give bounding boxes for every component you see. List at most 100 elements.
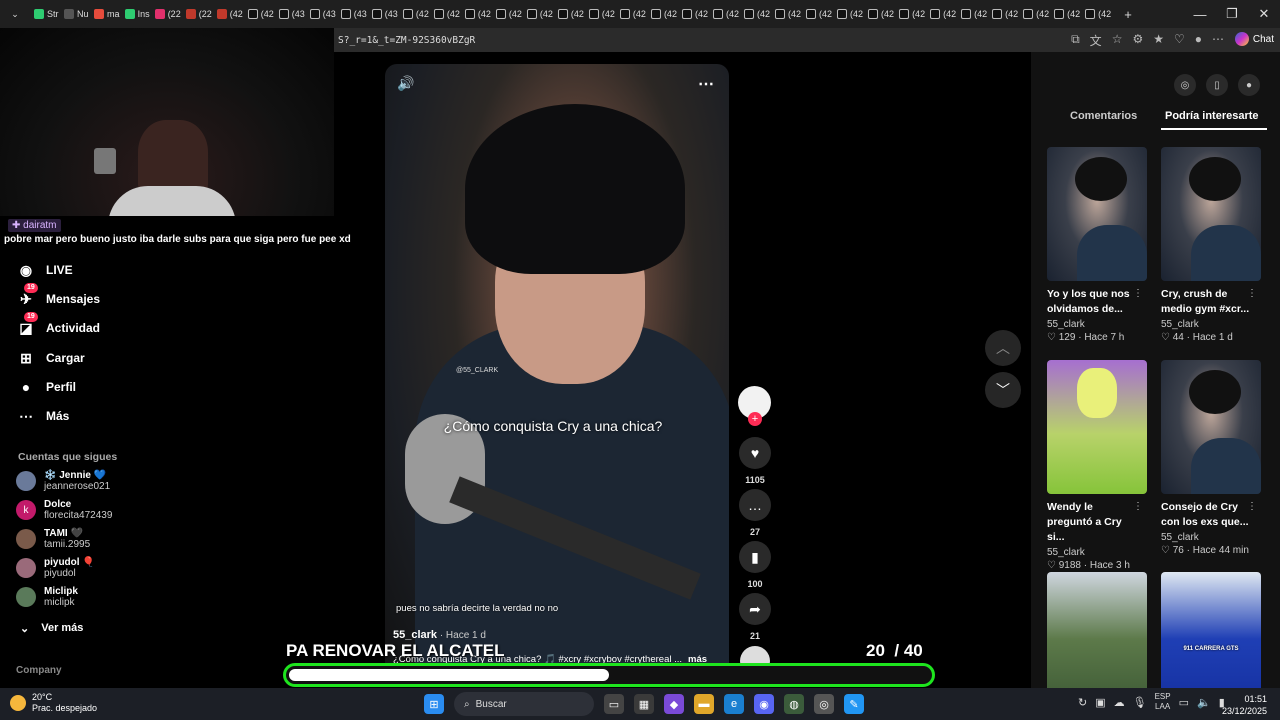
discord-icon[interactable]: ◉: [754, 694, 774, 714]
browser-tab[interactable]: (22: [182, 4, 213, 24]
paint-app-icon[interactable]: ✎: [844, 694, 864, 714]
user-avatar[interactable]: ●: [1238, 74, 1260, 96]
suggested-video-card[interactable]: Consejo de Cry con los exs que... 55_clar…: [1161, 360, 1261, 556]
browser-tab[interactable]: (42: [988, 4, 1019, 24]
close-window-button[interactable]: ✕: [1248, 6, 1280, 22]
heart-icon[interactable]: ♥: [739, 437, 771, 469]
next-video-button[interactable]: ﹀: [985, 372, 1021, 408]
browser-tab[interactable]: (42: [771, 4, 802, 24]
see-more-button[interactable]: ⌄ Ver más: [20, 622, 83, 635]
sidebar-item-actividad[interactable]: ◪ 19 Actividad: [16, 312, 100, 341]
browser-tab[interactable]: (42: [399, 4, 430, 24]
browser-tab[interactable]: (42: [833, 4, 864, 24]
browser-tab[interactable]: (43: [337, 4, 368, 24]
browser-tab[interactable]: (42: [1019, 4, 1050, 24]
minimize-button[interactable]: —: [1184, 7, 1216, 22]
card-author[interactable]: 55_clark: [1047, 547, 1147, 558]
browser-tab[interactable]: (43: [275, 4, 306, 24]
network-icon[interactable]: ▭: [1179, 696, 1189, 709]
task-view-icon[interactable]: ▭: [604, 694, 624, 714]
browser-tab[interactable]: (42: [740, 4, 771, 24]
following-account[interactable]: TAMI 🖤 tamii.2995: [16, 528, 90, 550]
browser-tab[interactable]: (42: [461, 4, 492, 24]
browser-tab[interactable]: Nu: [60, 4, 90, 24]
maximize-button[interactable]: ❐: [1216, 6, 1248, 22]
favorites-icon[interactable]: ★: [1153, 32, 1164, 49]
sidebar-item-perfil[interactable]: ● Perfil: [16, 374, 76, 400]
following-account[interactable]: piyudol 🎈 piyudol: [16, 557, 95, 579]
device-icon[interactable]: ▯: [1206, 74, 1228, 96]
browser-tab[interactable]: (42: [895, 4, 926, 24]
video-more-icon[interactable]: ⋯: [698, 74, 714, 94]
card-title[interactable]: Cry, crush de medio gym #xcr...: [1161, 287, 1255, 317]
suggested-video-card[interactable]: Wendy le preguntó a Cry si... 55_clark ♡ 9…: [1047, 360, 1147, 571]
new-tab-button[interactable]: +: [1112, 7, 1144, 22]
browser-tab[interactable]: (43: [368, 4, 399, 24]
video-player[interactable]: [385, 64, 729, 686]
video-thumbnail[interactable]: [1161, 360, 1261, 494]
copilot-app-icon[interactable]: ◆: [664, 694, 684, 714]
card-more-icon[interactable]: ⋮: [1133, 288, 1143, 299]
copilot-chat-button[interactable]: Chat: [1234, 32, 1274, 46]
browser-tab[interactable]: (42: [647, 4, 678, 24]
browser-tab[interactable]: (42: [957, 4, 988, 24]
tab-comments[interactable]: Comentarios: [1070, 110, 1137, 122]
video-thumbnail[interactable]: [1047, 572, 1147, 706]
suggested-video-card[interactable]: 911 CARRERA GTS: [1161, 572, 1261, 706]
video-thumbnail[interactable]: 911 CARRERA GTS: [1161, 572, 1261, 706]
browser-tab[interactable]: (42: [709, 4, 740, 24]
browser-tab[interactable]: (42: [213, 4, 244, 24]
obs-icon[interactable]: ◍: [784, 694, 804, 714]
widgets-icon[interactable]: ▦: [634, 694, 654, 714]
microphone-icon[interactable]: 🎙: [1133, 696, 1147, 709]
taskbar-clock[interactable]: 01:51 23/12/2025: [1222, 693, 1267, 717]
previous-video-button[interactable]: ︿: [985, 330, 1021, 366]
card-more-icon[interactable]: ⋮: [1247, 288, 1257, 299]
favorite-star-icon[interactable]: ☆: [1112, 32, 1123, 49]
sidebar-item-ms[interactable]: ⋯ Más: [16, 403, 69, 429]
edge-browser-icon[interactable]: e: [724, 694, 744, 714]
language-indicator[interactable]: ESP LAA: [1155, 692, 1171, 712]
browser-tab[interactable]: (43: [306, 4, 337, 24]
suggested-video-card[interactable]: Yo y los que nos olvidamos de... 55_clark…: [1047, 147, 1147, 343]
browser-tab[interactable]: (42: [1081, 4, 1112, 24]
onedrive-icon[interactable]: ☁: [1114, 696, 1125, 709]
card-author[interactable]: 55_clark: [1047, 319, 1147, 330]
browser-tab[interactable]: (42: [678, 4, 709, 24]
browser-tab[interactable]: ma: [90, 4, 121, 24]
following-account[interactable]: Miclipk miclipk: [16, 586, 78, 608]
settings-menu-icon[interactable]: ⋯: [1212, 32, 1224, 49]
tab-list-button[interactable]: ⌄: [0, 4, 30, 24]
browser-tab[interactable]: (22: [151, 4, 182, 24]
browser-tab[interactable]: (42: [430, 4, 461, 24]
file-explorer-icon[interactable]: ▬: [694, 694, 714, 714]
card-author[interactable]: 55_clark: [1161, 532, 1261, 543]
browser-tab[interactable]: (42: [244, 4, 275, 24]
extensions-icon[interactable]: ⚙: [1132, 32, 1143, 49]
card-title[interactable]: Yo y los que nos olvidamos de...: [1047, 287, 1141, 317]
card-author[interactable]: 55_clark: [1161, 319, 1261, 330]
video-author-name[interactable]: 55_clark: [393, 629, 437, 641]
app-tray-icon[interactable]: ▣: [1095, 696, 1105, 709]
weather-widget[interactable]: 20°C Prac. despejado: [10, 692, 97, 714]
tab-suggested[interactable]: Podría interesarte: [1165, 110, 1259, 122]
taskbar-search[interactable]: ⌕ Buscar: [454, 692, 594, 716]
card-more-icon[interactable]: ⋮: [1133, 501, 1143, 512]
browser-essentials-icon[interactable]: ♡: [1174, 32, 1185, 49]
speaker-icon[interactable]: 🔈: [1197, 696, 1211, 709]
comment-icon[interactable]: …: [739, 489, 771, 521]
video-thumbnail[interactable]: [1161, 147, 1261, 281]
browser-tab[interactable]: (42: [585, 4, 616, 24]
compass-icon[interactable]: ◎: [1174, 74, 1196, 96]
follow-plus-icon[interactable]: +: [748, 412, 762, 426]
browser-tab[interactable]: Ins: [121, 4, 151, 24]
windows-start-icon[interactable]: ⊞: [424, 694, 444, 714]
profile-icon[interactable]: ●: [1195, 32, 1202, 49]
browser-tab[interactable]: (42: [492, 4, 523, 24]
sidebar-item-mensajes[interactable]: ✈ 19 Mensajes: [16, 283, 100, 312]
browser-tab[interactable]: (42: [926, 4, 957, 24]
translate-icon[interactable]: 文: [1090, 32, 1102, 49]
chrome-icon[interactable]: ◎: [814, 694, 834, 714]
sidebar-item-live[interactable]: ◉ LIVE: [16, 257, 73, 283]
browser-tab[interactable]: Str: [30, 4, 60, 24]
